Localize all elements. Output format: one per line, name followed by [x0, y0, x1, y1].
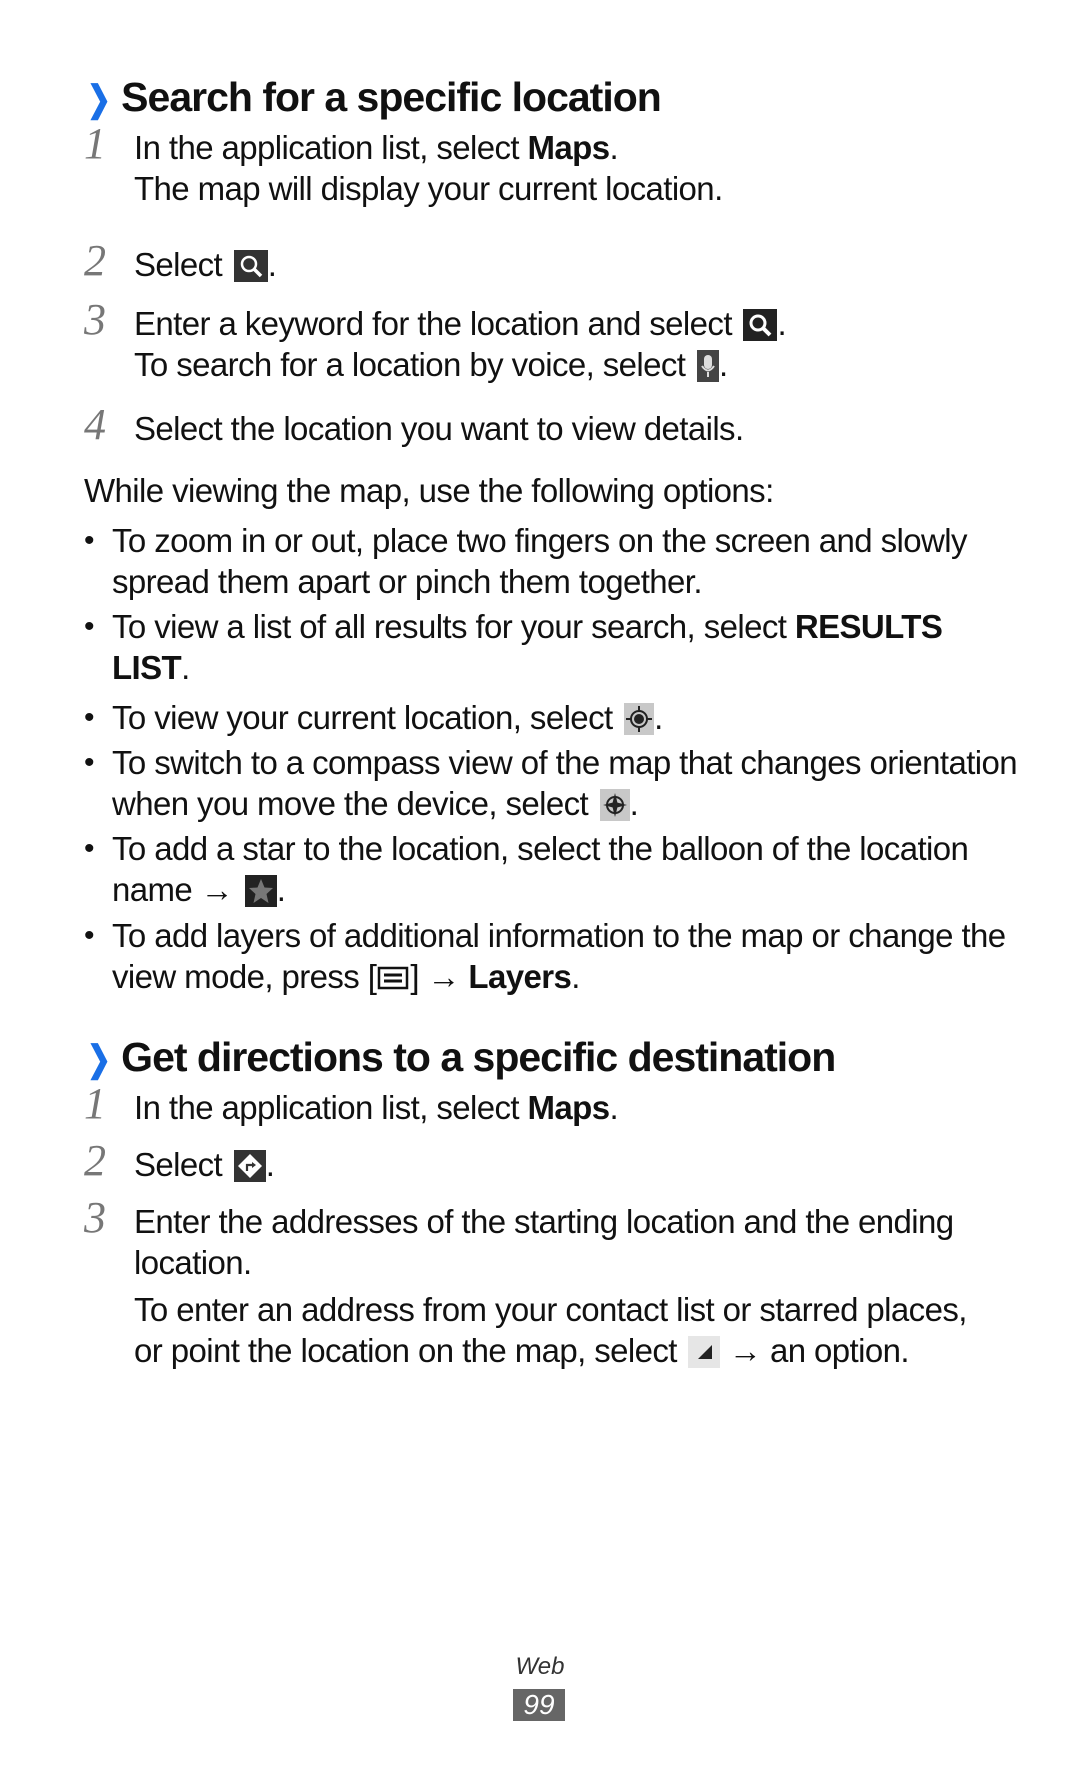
step-number: 2 [84, 236, 106, 285]
step-text: Select [134, 1146, 231, 1183]
bullet-text: To switch to a compass view of the map t… [112, 744, 1018, 822]
heading-text: Get directions to a specific destination [121, 1034, 836, 1080]
punct: . [276, 871, 286, 908]
bullet-dot: • [84, 524, 95, 557]
heading-text: Search for a specific location [121, 74, 662, 120]
chevron-right-icon: ❯ [86, 78, 111, 119]
bold-term: Maps [527, 1089, 611, 1126]
punct: . [571, 958, 580, 995]
search-icon [743, 309, 778, 341]
step-number: 2 [84, 1136, 106, 1185]
punct: . [777, 305, 787, 342]
punct: . [718, 346, 728, 383]
bullet-dot: • [84, 746, 95, 779]
punct: . [629, 785, 639, 822]
manual-page: ❯ Search for a specific location 1 In the… [0, 0, 1080, 1771]
step-text: Enter the addresses of the starting loca… [134, 1203, 954, 1281]
footer-section-label: Web [515, 1653, 565, 1680]
bullet-text: To zoom in or out, place two fingers on … [112, 522, 967, 600]
bullet-dot: • [84, 701, 95, 734]
step-number: 1 [84, 1079, 106, 1128]
step-subtext: The map will display your current locati… [134, 170, 723, 207]
punct: . [654, 699, 663, 736]
punct: . [267, 246, 277, 283]
microphone-icon [696, 350, 719, 382]
step-subtext: To search for a location by voice, selec… [134, 346, 694, 383]
compass-icon [599, 789, 630, 821]
step-text: Select [134, 246, 231, 283]
bullet-dot: • [84, 919, 95, 952]
dropdown-triangle-icon [688, 1336, 721, 1368]
menu-key-icon [376, 962, 410, 994]
options-intro: While viewing the map, use the following… [84, 472, 774, 509]
directions-icon [233, 1150, 266, 1182]
step-number: 1 [84, 119, 106, 168]
punct: . [181, 649, 190, 686]
star-icon [244, 875, 277, 907]
search-icon [233, 250, 268, 282]
punct: . [609, 129, 619, 166]
step-text: In the application list, select [134, 129, 528, 166]
chevron-right-icon: ❯ [86, 1038, 111, 1079]
step-number: 4 [84, 400, 106, 449]
page-number-badge: 99 [513, 1689, 565, 1721]
bullet-dot: • [84, 610, 95, 643]
section-heading-search: ❯ Search for a specific location [84, 74, 662, 121]
section-heading-directions: ❯ Get directions to a specific destinatio… [84, 1034, 836, 1081]
step-text: Enter a keyword for the location and sel… [134, 305, 741, 342]
bullet-text: To view a list of all results for your s… [112, 608, 795, 645]
step-number: 3 [84, 1193, 106, 1242]
my-location-icon [624, 703, 655, 735]
punct: . [609, 1089, 619, 1126]
bullet-text: To view your current location, select [112, 699, 622, 736]
step-number: 3 [84, 295, 106, 344]
bold-term: Layers [468, 958, 572, 995]
step-text: Select the location you want to view det… [134, 410, 744, 447]
punct: → an option. [720, 1332, 910, 1369]
bullet-text: ] → [410, 958, 469, 995]
bold-term: Maps [527, 129, 611, 166]
bullet-dot: • [84, 832, 95, 865]
bullet-text: To add a star to the location, select th… [112, 830, 969, 908]
punct: . [265, 1146, 275, 1183]
step-text: In the application list, select [134, 1089, 528, 1126]
